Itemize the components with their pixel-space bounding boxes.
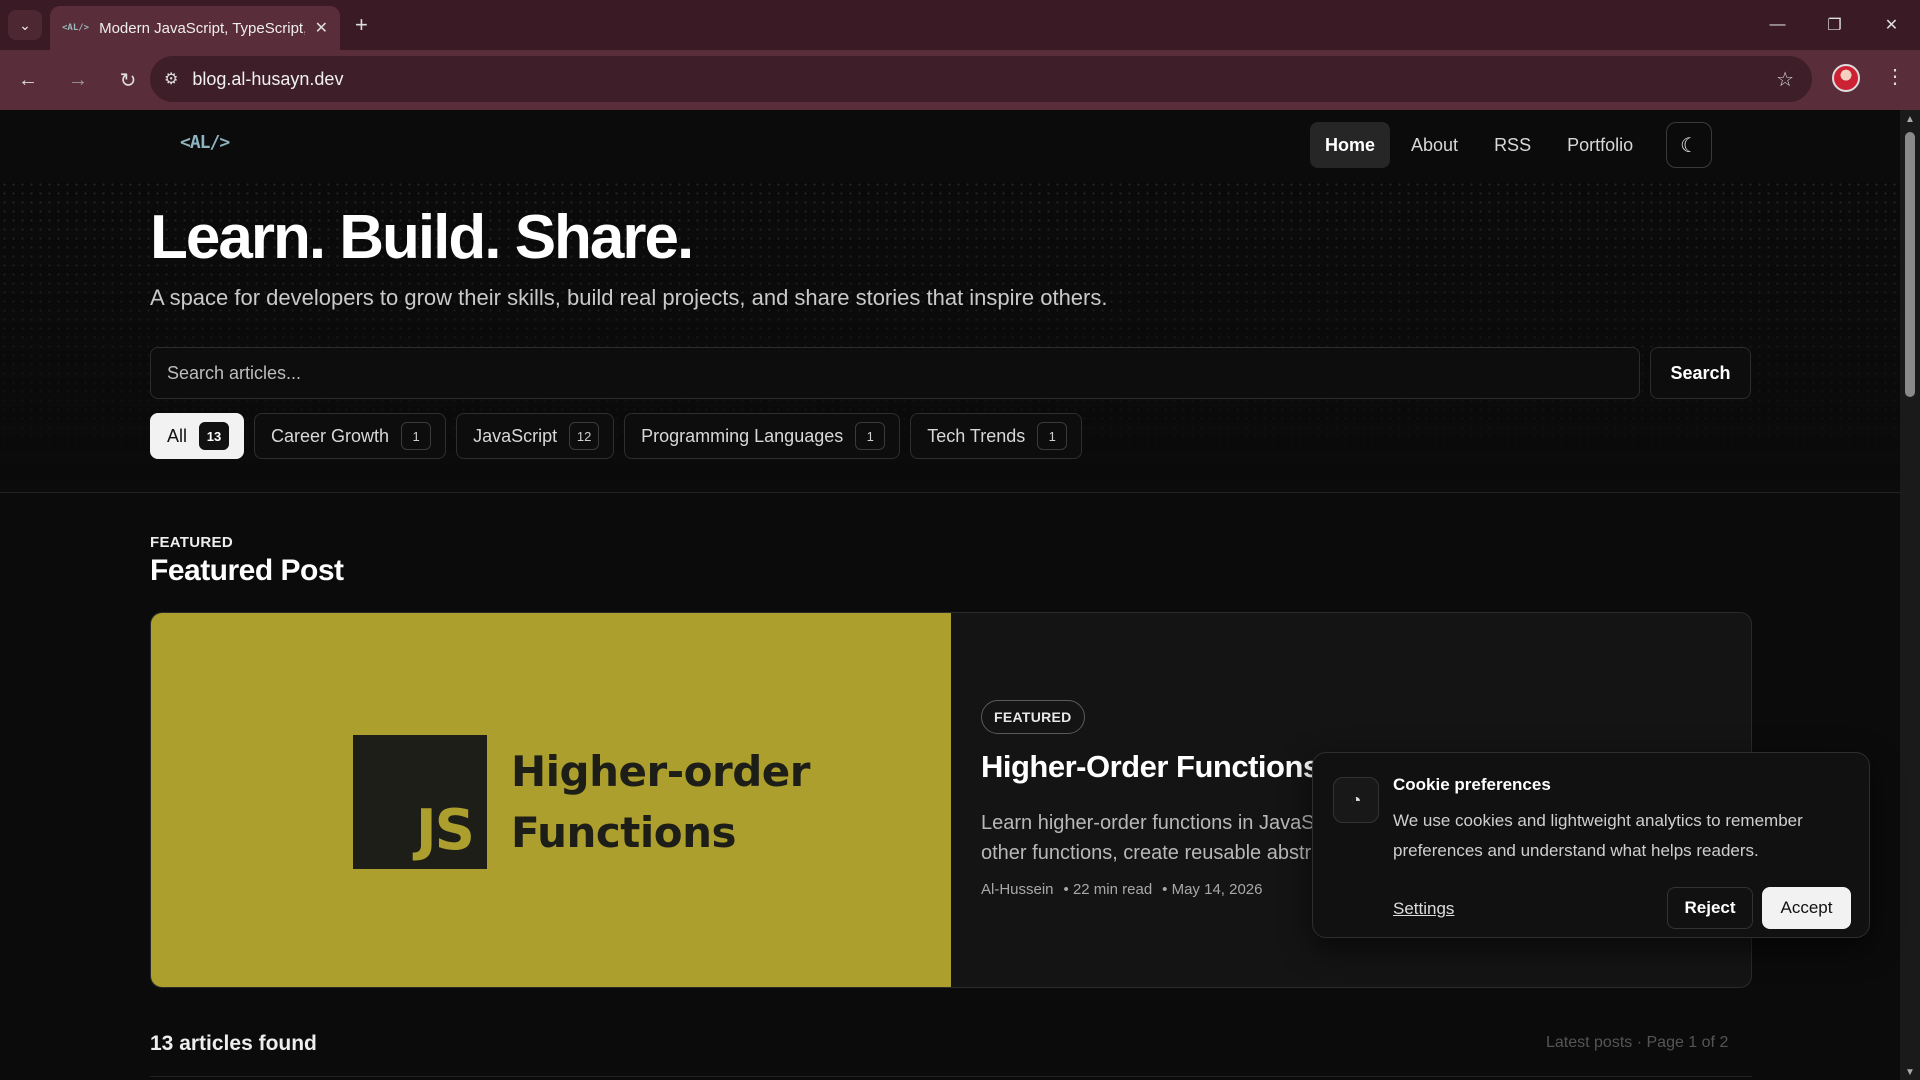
category-chip-all[interactable]: All 13 (150, 413, 245, 459)
nav-rss[interactable]: RSS (1479, 122, 1546, 168)
search-button[interactable]: Search (1650, 347, 1751, 399)
browser-tab-active[interactable]: <AL/> Modern JavaScript, TypeScript, | ✕ (50, 6, 340, 50)
bookmark-star-icon[interactable]: ☆ (1776, 67, 1794, 92)
main-nav: Home About RSS Portfolio ☾ (1310, 122, 1713, 168)
featured-post-image[interactable]: JS Higher-order Functions (151, 613, 951, 987)
cookie-reject-button[interactable]: Reject (1667, 887, 1753, 929)
moon-icon: ☾ (1680, 134, 1699, 157)
nav-home[interactable]: Home (1310, 122, 1391, 168)
chip-label: Programming Languages (641, 425, 844, 446)
post-date: • May 14, 2026 (1162, 881, 1263, 898)
cookie-banner: ◔ Cookie preferences We use cookies and … (1312, 752, 1870, 938)
listing-divider (150, 1076, 1752, 1077)
featured-badge: FEATURED (981, 700, 1085, 734)
close-window-icon[interactable]: ✕ (1863, 0, 1920, 50)
post-read-time: • 22 min read (1063, 881, 1153, 898)
featured-post-title[interactable]: Higher-Order Functions (981, 749, 1320, 785)
nav-portfolio[interactable]: Portfolio (1552, 122, 1648, 168)
site-logo[interactable]: <AL/> (180, 132, 230, 153)
category-filters: All 13 Career Growth 1 JavaScript 12 Pro… (150, 413, 1083, 459)
scrollbar-thumb[interactable] (1905, 132, 1915, 397)
js-logo: JS (353, 735, 487, 869)
address-bar[interactable]: ⚙ blog.al-husayn.dev ☆ (150, 56, 1812, 102)
featured-post-meta: Al-Hussein • 22 min read • May 14, 2026 (981, 881, 1262, 898)
browser-toolbar: ← → ↻ ⚙ blog.al-husayn.dev ☆ ⋮ (0, 50, 1920, 110)
window-controls: — ❐ ✕ (1749, 0, 1920, 50)
featured-section-title: Featured Post (150, 554, 344, 587)
chip-count: 13 (199, 422, 230, 450)
minimize-icon[interactable]: — (1749, 0, 1806, 50)
browser-menu-icon[interactable]: ⋮ (1885, 64, 1905, 89)
post-author: Al-Hussein (981, 881, 1054, 898)
section-divider (0, 492, 1900, 493)
cookie-icon: ◔ (1333, 777, 1379, 823)
category-chip-tech-trends[interactable]: Tech Trends 1 (910, 413, 1083, 459)
restore-icon[interactable]: ❐ (1806, 0, 1863, 50)
url-text[interactable]: blog.al-husayn.dev (192, 69, 343, 90)
browser-tab-strip: ⌄ <AL/> Modern JavaScript, TypeScript, |… (0, 0, 1920, 50)
nav-about[interactable]: About (1396, 122, 1473, 168)
category-chip-programming-languages[interactable]: Programming Languages 1 (624, 413, 901, 459)
forward-button[interactable]: → (56, 58, 100, 102)
cookie-settings-link[interactable]: Settings (1393, 899, 1454, 919)
chip-count: 12 (569, 422, 600, 450)
cookie-text: We use cookies and lightweight analytics… (1393, 811, 1803, 860)
category-chip-javascript[interactable]: JavaScript 12 (456, 413, 615, 459)
cookie-accept-button[interactable]: Accept (1762, 887, 1851, 929)
chip-count: 1 (1037, 422, 1068, 450)
profile-avatar[interactable] (1832, 64, 1860, 92)
featured-image-title: Higher-order Functions (511, 741, 810, 863)
scroll-down-icon[interactable]: ▼ (1905, 1067, 1915, 1078)
page-scrollbar[interactable]: ▲ ▼ (1900, 110, 1920, 1080)
chip-label: JavaScript (473, 425, 558, 446)
reload-icon: ↻ (119, 69, 137, 92)
listing-page-info: Latest posts · Page 1 of 2 (1546, 1034, 1729, 1051)
hero-subtitle: A space for developers to grow their ski… (150, 285, 1108, 310)
reload-button[interactable]: ↻ (106, 58, 150, 102)
close-tab-icon[interactable]: ✕ (315, 18, 328, 38)
tab-title: Modern JavaScript, TypeScript, | (99, 19, 305, 37)
tab-favicon: <AL/> (62, 23, 90, 33)
arrow-right-icon: → (68, 68, 88, 91)
arrow-left-icon: ← (18, 68, 38, 91)
chip-label: All (167, 425, 188, 446)
chip-count: 1 (855, 422, 886, 450)
articles-count: 13 articles found (150, 1032, 317, 1055)
new-tab-button[interactable]: + (355, 12, 368, 38)
hero-title: Learn. Build. Share. (150, 203, 694, 272)
chip-count: 1 (401, 422, 432, 450)
category-chip-career-growth[interactable]: Career Growth 1 (254, 413, 447, 459)
theme-toggle-button[interactable]: ☾ (1666, 122, 1713, 168)
image-title-line-1: Higher-order (511, 747, 810, 796)
scroll-up-icon[interactable]: ▲ (1905, 114, 1915, 125)
back-button[interactable]: ← (6, 58, 50, 102)
site-info-icon[interactable]: ⚙ (164, 69, 178, 89)
chevron-down-icon: ⌄ (19, 16, 31, 33)
featured-kicker: FEATURED (150, 534, 233, 551)
search-input[interactable] (167, 362, 1639, 384)
tab-search-button[interactable]: ⌄ (8, 10, 42, 40)
search-field[interactable] (150, 347, 1640, 399)
chip-label: Career Growth (271, 425, 390, 446)
cookie-title: Cookie preferences (1393, 775, 1551, 794)
image-title-line-2: Functions (511, 808, 737, 857)
chip-label: Tech Trends (927, 425, 1026, 446)
